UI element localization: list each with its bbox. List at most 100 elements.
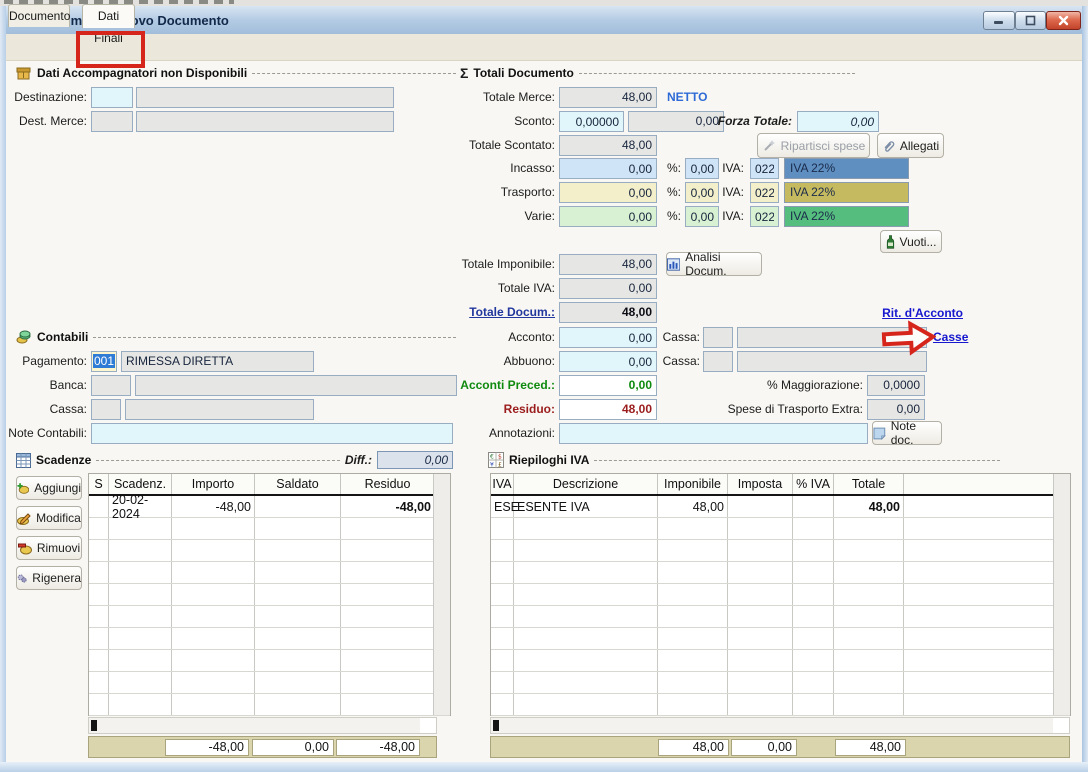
scadenze-vertical-scrollbar[interactable] (433, 474, 450, 715)
incasso-iva-code-field[interactable] (750, 158, 779, 179)
incasso-pct-field[interactable] (685, 158, 719, 179)
svg-text:€: € (490, 454, 494, 461)
table-row-empty[interactable] (89, 694, 450, 716)
table-row-empty[interactable] (491, 606, 1070, 628)
rigenera-button[interactable]: Rigenera (16, 566, 82, 590)
cell-importo (172, 562, 255, 583)
note-doc-button[interactable]: Note doc. (872, 421, 942, 445)
pagamento-code-field[interactable]: 001 (91, 351, 117, 372)
riepiloghi-total-imponibile: 48,00 (658, 739, 729, 756)
cell-blank (904, 518, 1055, 539)
cell-descrizione (514, 562, 658, 583)
table-row[interactable]: ESE ESENTE IVA 48,00 48,00 (491, 496, 1070, 518)
add-coin-icon (17, 482, 29, 495)
scrollbar-thumb[interactable] (493, 720, 499, 731)
incasso-importo-field[interactable] (559, 158, 657, 179)
varie-importo-field[interactable] (559, 206, 657, 227)
cell-residuo (341, 562, 435, 583)
table-row-empty[interactable] (491, 584, 1070, 606)
trasporto-pct-field[interactable] (685, 182, 719, 203)
cell-importo (172, 694, 255, 715)
destinazione-code-field[interactable] (91, 87, 133, 108)
scrollbar-thumb[interactable] (91, 720, 97, 731)
table-row-empty[interactable] (491, 650, 1070, 672)
table-row-empty[interactable] (491, 628, 1070, 650)
table-row-empty[interactable] (89, 518, 450, 540)
cell-saldato (255, 540, 341, 561)
abbuono-field[interactable] (559, 351, 657, 372)
riepiloghi-horizontal-scrollbar[interactable] (490, 717, 1070, 734)
vuoti-button[interactable]: Vuoti... (880, 230, 942, 253)
table-row-empty[interactable] (89, 628, 450, 650)
table-row-empty[interactable] (491, 518, 1070, 540)
varie-iva-code-field[interactable] (750, 206, 779, 227)
tab-dati-finali[interactable]: Dati Finali (82, 4, 135, 28)
incasso-iva-label: IVA: (716, 158, 744, 179)
totale-merce-field: 48,00 (559, 87, 657, 108)
rit-dacconto-link[interactable]: Rit. d'Acconto (873, 306, 963, 320)
table-row-empty[interactable] (89, 584, 450, 606)
section-contabili: Contabili (16, 328, 456, 346)
table-row-empty[interactable] (89, 672, 450, 694)
svg-text:¥: ¥ (490, 462, 494, 469)
table-row-empty[interactable] (89, 562, 450, 584)
cell-descrizione (514, 650, 658, 671)
ripartisci-spese-button[interactable]: Ripartisci spese (757, 133, 870, 158)
table-row-empty[interactable] (89, 650, 450, 672)
allegati-button[interactable]: Allegati (877, 133, 944, 158)
cell-s (89, 518, 109, 539)
annotazioni-label: Annotazioni: (455, 423, 555, 444)
cell-totale (834, 628, 904, 649)
table-row-empty[interactable] (89, 606, 450, 628)
destinazione-desc-field (136, 87, 394, 108)
varie-pct-field[interactable] (685, 206, 719, 227)
cell-pct-iva (793, 518, 834, 539)
col-descrizione: Descrizione (514, 474, 658, 494)
rimuovi-button[interactable]: Rimuovi (16, 536, 82, 560)
cell-totale (834, 562, 904, 583)
minimize-button[interactable] (983, 11, 1015, 30)
table-row-empty[interactable] (491, 672, 1070, 694)
table-row-empty[interactable] (491, 562, 1070, 584)
cell-imposta (728, 628, 793, 649)
cell-imponibile: 48,00 (658, 496, 728, 517)
note-contabili-field[interactable] (91, 423, 453, 444)
cell-residuo (341, 650, 435, 671)
table-row-empty[interactable] (491, 540, 1070, 562)
residuo-field: 48,00 (559, 399, 657, 420)
bottle-icon (886, 235, 895, 249)
acconto-field[interactable] (559, 327, 657, 348)
trasporto-iva-code-field[interactable] (750, 182, 779, 203)
table-row-empty[interactable] (491, 694, 1070, 716)
cell-pct-iva (793, 694, 834, 715)
cell-imposta (728, 518, 793, 539)
cell-iva (491, 628, 514, 649)
cell-residuo (341, 540, 435, 561)
cell-blank (904, 606, 1055, 627)
analisi-docum-button[interactable]: Analisi Docum. (666, 252, 762, 276)
cell-imposta (728, 694, 793, 715)
cell-scadenza (109, 584, 172, 605)
modifica-button[interactable]: Modifica (16, 506, 82, 530)
svg-text:£: £ (498, 462, 502, 469)
cell-importo (172, 584, 255, 605)
dest-merce-desc-field (136, 111, 394, 132)
annotazioni-field[interactable] (559, 423, 868, 444)
dest-merce-label: Dest. Merce: (10, 111, 87, 132)
trasporto-importo-field[interactable] (559, 182, 657, 203)
riepiloghi-vertical-scrollbar[interactable] (1053, 474, 1070, 715)
tab-documento[interactable]: Documento (8, 4, 70, 27)
cell-residuo (341, 584, 435, 605)
close-button[interactable] (1046, 11, 1081, 30)
table-row[interactable]: 20-02-2024 -48,00 -48,00 (89, 496, 450, 518)
sconto-pct-field[interactable] (559, 111, 624, 132)
cell-blank (904, 694, 1055, 715)
forza-totale-field[interactable] (797, 111, 879, 132)
scadenze-horizontal-scrollbar[interactable] (88, 717, 437, 734)
destinazione-label: Destinazione: (10, 87, 87, 108)
cell-iva: ESE (491, 496, 514, 517)
aggiungi-button[interactable]: Aggiungi (16, 476, 82, 500)
casse-link[interactable]: Casse (933, 330, 967, 344)
table-row-empty[interactable] (89, 540, 450, 562)
maximize-button[interactable] (1015, 11, 1046, 30)
